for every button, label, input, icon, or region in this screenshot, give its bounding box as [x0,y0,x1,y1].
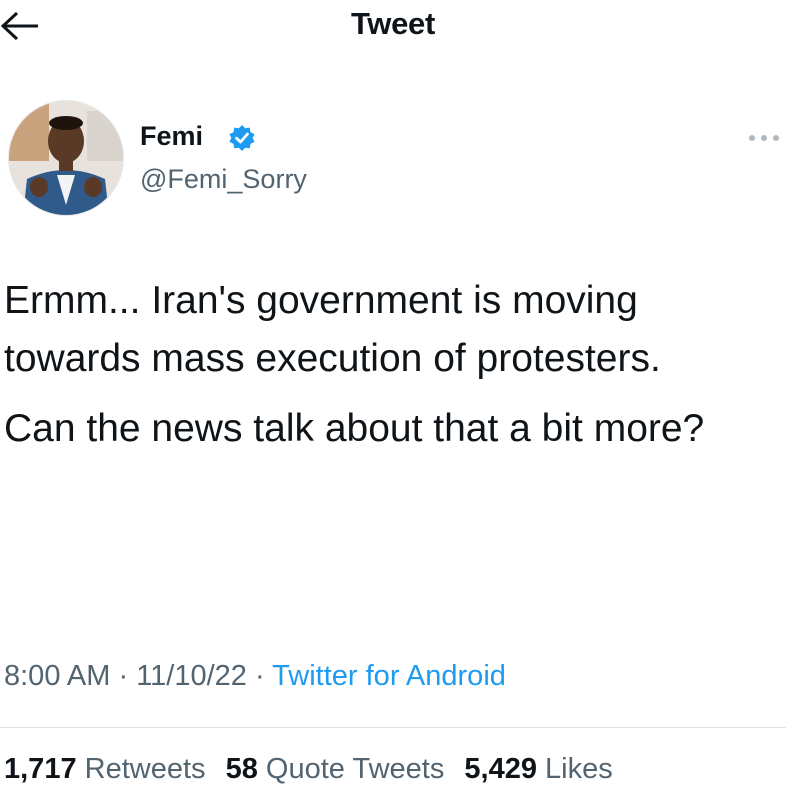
avatar[interactable] [8,100,124,216]
tweet-paragraph: Can the news talk about that a bit more? [4,407,705,450]
tweet-date[interactable]: 11/10/22 [136,660,247,692]
quote-tweets-label: Quote Tweets [265,753,445,785]
more-options-icon[interactable] [746,130,782,146]
verified-badge-icon [228,124,256,152]
tweet-text: Ermm... Iran's government is moving towa… [4,272,782,458]
quote-tweets-count: 58 [225,753,258,785]
tweet-stats: 1,717 Retweets 58 Quote Tweets 5,429 Lik… [4,753,625,786]
quote-tweets-stat[interactable]: 58 Quote Tweets [226,753,445,785]
tweet-time[interactable]: 8:00 AM [4,660,110,692]
display-name[interactable]: Femi [140,121,203,152]
tweet-meta: 8:00 AM · 11/10/22 · Twitter for Android [4,660,506,693]
retweets-label: Retweets [84,753,206,785]
likes-count: 5,429 [464,753,537,785]
tweet-paragraph: Ermm... Iran's government is moving towa… [4,279,661,380]
meta-separator: · [246,660,273,692]
likes-label: Likes [545,753,613,785]
page-title: Tweet [350,6,436,41]
user-handle[interactable]: @Femi_Sorry [140,164,307,195]
divider [0,727,786,728]
meta-separator: · [110,660,137,692]
top-bar: Tweet [0,0,786,52]
tweet-source-link[interactable]: Twitter for Android [272,660,506,692]
retweets-count: 1,717 [4,753,77,785]
retweets-stat[interactable]: 1,717 Retweets [4,753,206,785]
likes-stat[interactable]: 5,429 Likes [464,753,612,785]
